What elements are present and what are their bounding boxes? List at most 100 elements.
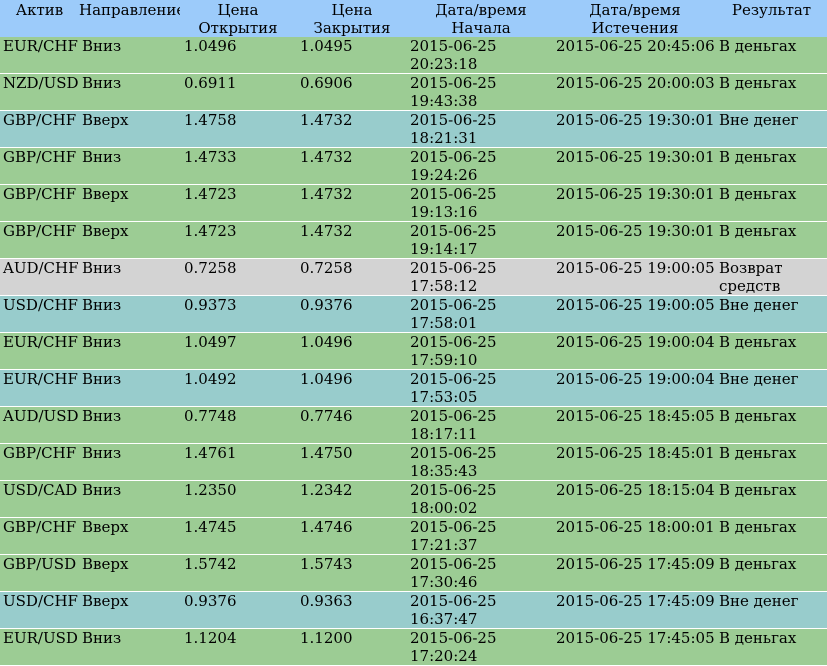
- cell-direction: Вниз: [79, 37, 180, 74]
- cell-close-price: 1.1200: [296, 629, 408, 666]
- cell-close-price: 1.2342: [296, 481, 408, 518]
- cell-expiry-time: 2015-06-25 17:45:09: [554, 555, 716, 592]
- cell-close-price: 1.4732: [296, 185, 408, 222]
- cell-asset: USD/CHF: [0, 296, 79, 333]
- cell-open-price: 0.7258: [180, 259, 296, 296]
- table-row[interactable]: GBP/USD Вверх 1.5742 1.5743 2015-06-25 1…: [0, 555, 827, 592]
- cell-asset: GBP/CHF: [0, 111, 79, 148]
- cell-direction: Вверх: [79, 185, 180, 222]
- table-row[interactable]: GBP/CHF Вверх 1.4723 1.4732 2015-06-25 1…: [0, 222, 827, 259]
- table-row[interactable]: GBP/CHF Вверх 1.4723 1.4732 2015-06-25 1…: [0, 185, 827, 222]
- cell-result: В деньгах: [716, 555, 827, 592]
- cell-result: В деньгах: [716, 629, 827, 666]
- table-row[interactable]: USD/CHF Вверх 0.9376 0.9363 2015-06-25 1…: [0, 592, 827, 629]
- header-expiry-time[interactable]: Дата/время Истечения: [554, 0, 716, 37]
- cell-result: В деньгах: [716, 222, 827, 259]
- table-row[interactable]: GBP/CHF Вверх 1.4745 1.4746 2015-06-25 1…: [0, 518, 827, 555]
- cell-close-price: 1.4732: [296, 222, 408, 259]
- cell-expiry-time: 2015-06-25 19:30:01: [554, 222, 716, 259]
- cell-result: В деньгах: [716, 185, 827, 222]
- cell-close-price: 0.9363: [296, 592, 408, 629]
- cell-start-time: 2015-06-25 18:17:11: [408, 407, 554, 444]
- cell-asset: AUD/USD: [0, 407, 79, 444]
- cell-asset: AUD/CHF: [0, 259, 79, 296]
- cell-result: В деньгах: [716, 518, 827, 555]
- cell-direction: Вниз: [79, 444, 180, 481]
- cell-asset: GBP/USD: [0, 555, 79, 592]
- header-close-price[interactable]: Цена Закрытия: [296, 0, 408, 37]
- cell-expiry-time: 2015-06-25 18:00:01: [554, 518, 716, 555]
- cell-direction: Вниз: [79, 296, 180, 333]
- cell-close-price: 0.7746: [296, 407, 408, 444]
- cell-expiry-time: 2015-06-25 19:30:01: [554, 185, 716, 222]
- cell-close-price: 1.0496: [296, 333, 408, 370]
- table-header: Актив Направление Цена Открытия Цена Зак…: [0, 0, 827, 37]
- cell-start-time: 2015-06-25 17:21:37: [408, 518, 554, 555]
- cell-start-time: 2015-06-25 18:35:43: [408, 444, 554, 481]
- cell-result: В деньгах: [716, 481, 827, 518]
- table-row[interactable]: AUD/CHF Вниз 0.7258 0.7258 2015-06-25 17…: [0, 259, 827, 296]
- cell-asset: GBP/CHF: [0, 222, 79, 259]
- header-direction[interactable]: Направление: [79, 0, 180, 37]
- cell-start-time: 2015-06-25 17:30:46: [408, 555, 554, 592]
- cell-asset: EUR/CHF: [0, 333, 79, 370]
- cell-direction: Вверх: [79, 111, 180, 148]
- table-row[interactable]: AUD/USD Вниз 0.7748 0.7746 2015-06-25 18…: [0, 407, 827, 444]
- table-row[interactable]: EUR/CHF Вниз 1.0492 1.0496 2015-06-25 17…: [0, 370, 827, 407]
- cell-asset: EUR/USD: [0, 629, 79, 666]
- header-open-price[interactable]: Цена Открытия: [180, 0, 296, 37]
- cell-start-time: 2015-06-25 20:23:18: [408, 37, 554, 74]
- trade-history-table: Актив Направление Цена Открытия Цена Зак…: [0, 0, 827, 666]
- table-row[interactable]: EUR/CHF Вниз 1.0496 1.0495 2015-06-25 20…: [0, 37, 827, 74]
- cell-start-time: 2015-06-25 16:37:47: [408, 592, 554, 629]
- cell-direction: Вверх: [79, 555, 180, 592]
- header-asset[interactable]: Актив: [0, 0, 79, 37]
- cell-start-time: 2015-06-25 17:58:01: [408, 296, 554, 333]
- cell-result: В деньгах: [716, 74, 827, 111]
- cell-expiry-time: 2015-06-25 20:45:06: [554, 37, 716, 74]
- cell-expiry-time: 2015-06-25 19:00:05: [554, 259, 716, 296]
- cell-expiry-time: 2015-06-25 19:00:04: [554, 333, 716, 370]
- table-row[interactable]: USD/CHF Вниз 0.9373 0.9376 2015-06-25 17…: [0, 296, 827, 333]
- cell-close-price: 1.4746: [296, 518, 408, 555]
- cell-asset: GBP/CHF: [0, 185, 79, 222]
- header-result[interactable]: Результат: [716, 0, 827, 37]
- cell-expiry-time: 2015-06-25 18:45:05: [554, 407, 716, 444]
- cell-direction: Вниз: [79, 259, 180, 296]
- cell-direction: Вниз: [79, 629, 180, 666]
- table-row[interactable]: USD/CAD Вниз 1.2350 1.2342 2015-06-25 18…: [0, 481, 827, 518]
- table-row[interactable]: EUR/USD Вниз 1.1204 1.1200 2015-06-25 17…: [0, 629, 827, 666]
- cell-result: Вне денег: [716, 111, 827, 148]
- cell-direction: Вниз: [79, 148, 180, 185]
- cell-expiry-time: 2015-06-25 18:45:01: [554, 444, 716, 481]
- cell-asset: EUR/CHF: [0, 370, 79, 407]
- cell-start-time: 2015-06-25 18:00:02: [408, 481, 554, 518]
- cell-result: В деньгах: [716, 148, 827, 185]
- table-row[interactable]: GBP/CHF Вверх 1.4758 1.4732 2015-06-25 1…: [0, 111, 827, 148]
- cell-result: В деньгах: [716, 37, 827, 74]
- cell-expiry-time: 2015-06-25 20:00:03: [554, 74, 716, 111]
- cell-open-price: 1.2350: [180, 481, 296, 518]
- table-row[interactable]: GBP/CHF Вниз 1.4733 1.4732 2015-06-25 19…: [0, 148, 827, 185]
- cell-result: В деньгах: [716, 407, 827, 444]
- cell-direction: Вниз: [79, 333, 180, 370]
- cell-start-time: 2015-06-25 17:59:10: [408, 333, 554, 370]
- cell-close-price: 1.4732: [296, 111, 408, 148]
- table-row[interactable]: NZD/USD Вниз 0.6911 0.6906 2015-06-25 19…: [0, 74, 827, 111]
- cell-asset: USD/CAD: [0, 481, 79, 518]
- header-start-time[interactable]: Дата/время Начала: [408, 0, 554, 37]
- cell-direction: Вверх: [79, 222, 180, 259]
- cell-close-price: 1.4750: [296, 444, 408, 481]
- cell-open-price: 0.6911: [180, 74, 296, 111]
- table-row[interactable]: EUR/CHF Вниз 1.0497 1.0496 2015-06-25 17…: [0, 333, 827, 370]
- cell-close-price: 1.5743: [296, 555, 408, 592]
- cell-direction: Вниз: [79, 407, 180, 444]
- cell-start-time: 2015-06-25 17:58:12: [408, 259, 554, 296]
- table-row[interactable]: GBP/CHF Вниз 1.4761 1.4750 2015-06-25 18…: [0, 444, 827, 481]
- cell-expiry-time: 2015-06-25 18:15:04: [554, 481, 716, 518]
- cell-close-price: 1.0495: [296, 37, 408, 74]
- cell-open-price: 0.9376: [180, 592, 296, 629]
- header-row: Актив Направление Цена Открытия Цена Зак…: [0, 0, 827, 37]
- cell-expiry-time: 2015-06-25 17:45:05: [554, 629, 716, 666]
- cell-open-price: 1.0496: [180, 37, 296, 74]
